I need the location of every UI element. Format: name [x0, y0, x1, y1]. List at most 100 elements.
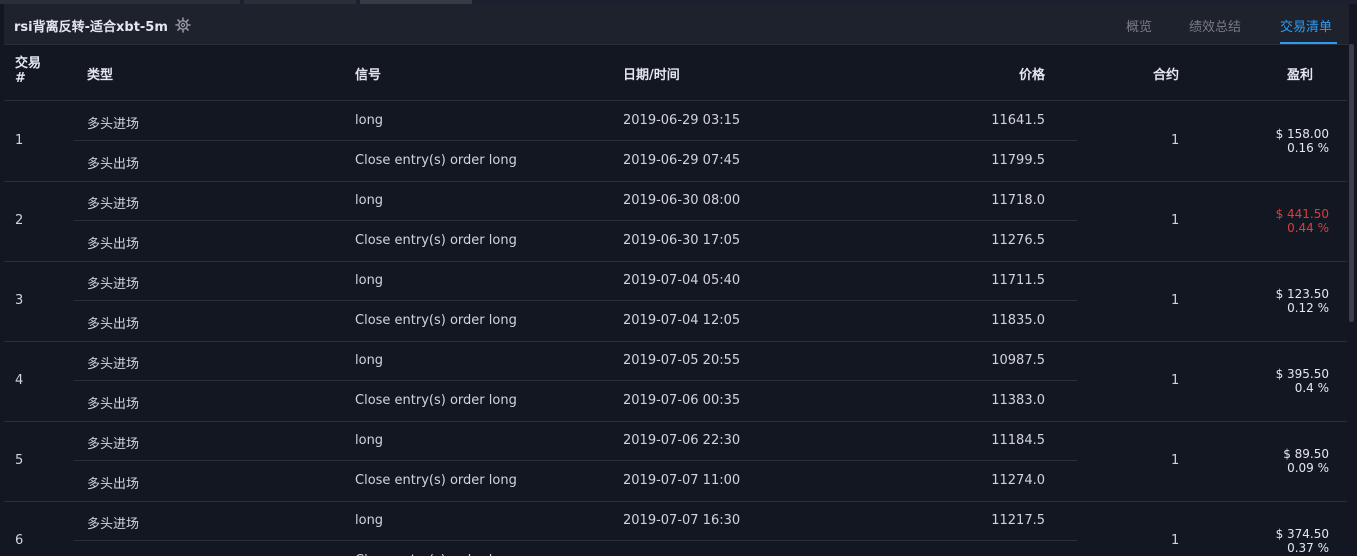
profit-cell: $ 441.50 0.44 % [1276, 207, 1329, 235]
row-divider [74, 300, 1077, 301]
profit-cell: $ 123.50 0.12 % [1276, 287, 1329, 315]
trade-row: 1 多头进场 long 2019-06-29 03:15 11641.5 多头出场 Clos… [4, 101, 1347, 182]
exit-type: 多头出场 [87, 317, 140, 332]
entry-signal: long [355, 273, 384, 288]
profit-amount: $ 123.50 [1275, 287, 1329, 301]
vertical-scrollbar[interactable] [1349, 44, 1354, 322]
entry-type: 多头进场 [87, 437, 140, 452]
row-divider [74, 380, 1077, 381]
profit-percent: 0.4 % [1294, 381, 1329, 395]
exit-price: 11383.0 [991, 393, 1045, 408]
column-header-trade-number[interactable]: 交易 # [15, 56, 43, 86]
entry-type: 多头进场 [87, 517, 140, 532]
trade-number: 6 [15, 533, 24, 548]
column-header-type[interactable]: 类型 [87, 64, 113, 83]
entry-type: 多头进场 [87, 277, 140, 292]
tab-performance-summary[interactable]: 绩效总结 [1189, 16, 1241, 35]
exit-type: 多头出场 [87, 397, 140, 412]
contracts: 1 [1171, 133, 1180, 148]
trade-number: 4 [15, 373, 24, 388]
gear-icon[interactable] [175, 17, 191, 33]
exit-datetime: 2019-07-04 12:05 [623, 313, 741, 328]
profit-amount: $ 395.50 [1275, 367, 1329, 381]
exit-signal: Close entry(s) order long [355, 153, 517, 168]
profit-percent: 0.12 % [1287, 301, 1329, 315]
contracts: 1 [1171, 213, 1180, 228]
trade-number: 1 [15, 133, 24, 148]
entry-signal: long [355, 513, 384, 528]
profit-percent: 0.16 % [1287, 141, 1329, 155]
exit-type: 多头出场 [87, 157, 140, 172]
entry-signal: long [355, 193, 384, 208]
entry-datetime: 2019-06-29 03:15 [623, 113, 741, 128]
column-header-contracts[interactable]: 合约 [1153, 64, 1179, 83]
profit-cell: $ 89.50 0.09 % [1283, 447, 1329, 475]
profit-amount: $ 89.50 [1283, 447, 1329, 461]
contracts: 1 [1171, 373, 1180, 388]
entry-signal: long [355, 113, 384, 128]
profit-amount: $ 441.50 [1275, 207, 1329, 221]
entry-price: 11184.5 [991, 433, 1045, 448]
entry-type: 多头进场 [87, 197, 140, 212]
tab-overview[interactable]: 概览 [1126, 16, 1152, 35]
entry-type: 多头进场 [87, 357, 140, 372]
profit-percent: 0.09 % [1287, 461, 1329, 475]
entry-price: 10987.5 [991, 353, 1045, 368]
exit-price: 11274.0 [991, 473, 1045, 488]
exit-datetime: 2019-06-29 07:45 [623, 153, 741, 168]
exit-signal: Close entry(s) order long [355, 233, 517, 248]
entry-price: 11718.0 [991, 193, 1045, 208]
row-divider [74, 540, 1077, 541]
strategy-tester-header: rsi背离反转-适合xbt-5m 概览 绩效总结 交易清单 [4, 4, 1349, 45]
exit-signal: Close entry(s) order long [355, 313, 517, 328]
profit-percent: 0.44 % [1287, 221, 1329, 235]
profit-amount: $ 158.00 [1275, 127, 1329, 141]
trade-row: 2 多头进场 long 2019-06-30 08:00 11718.0 多头出场 Clos… [4, 181, 1347, 262]
entry-datetime: 2019-07-07 16:30 [623, 513, 741, 528]
trade-row: 3 多头进场 long 2019-07-04 05:40 11711.5 多头出场 Clos… [4, 261, 1347, 342]
exit-price: 11835.0 [991, 313, 1045, 328]
contracts: 1 [1171, 453, 1180, 468]
trades-table-body: 1 多头进场 long 2019-06-29 03:15 11641.5 多头出场 Clos… [4, 101, 1347, 556]
contracts: 1 [1171, 293, 1180, 308]
contracts: 1 [1171, 533, 1180, 548]
trade-row: 6多头进场long2019-07-07 16:3011217.5多头出场Clos… [4, 501, 1347, 556]
exit-type: 多头出场 [87, 477, 140, 492]
exit-datetime: 2019-07-07 11:00 [623, 473, 741, 488]
column-header-price[interactable]: 价格 [1019, 64, 1045, 83]
entry-datetime: 2019-07-06 22:30 [623, 433, 741, 448]
entry-datetime: 2019-07-05 20:55 [623, 353, 741, 368]
profit-cell: $ 395.50 0.4 % [1276, 367, 1329, 395]
entry-datetime: 2019-06-30 08:00 [623, 193, 741, 208]
exit-type: 多头出场 [87, 237, 140, 252]
tab-list-of-trades[interactable]: 交易清单 [1280, 16, 1332, 35]
exit-signal: Close entry(s) order long [355, 473, 517, 488]
trades-table-header: 交易 # 类型 信号 日期/时间 价格 合约 盈利 [4, 45, 1347, 101]
trade-row: 5 多头进场 long 2019-07-06 22:30 11184.5 多头出场 Clos… [4, 421, 1347, 502]
entry-price: 11641.5 [991, 113, 1045, 128]
trade-number: 3 [15, 293, 24, 308]
trade-row: 4 多头进场 long 2019-07-05 20:55 10987.5 多头出场 Clos… [4, 341, 1347, 422]
exit-datetime: 2019-06-30 17:05 [623, 233, 741, 248]
trade-number: 5 [15, 453, 24, 468]
active-tab-indicator [1280, 42, 1337, 44]
entry-type: 多头进场 [87, 117, 140, 132]
entry-signal: long [355, 353, 384, 368]
exit-price: 11276.5 [991, 233, 1045, 248]
entry-datetime: 2019-07-04 05:40 [623, 273, 741, 288]
entry-price: 11217.5 [991, 513, 1045, 528]
profit-cell: $ 374.50 0.37 % [1276, 527, 1329, 555]
exit-datetime: 2019-07-06 00:35 [623, 393, 741, 408]
profit-amount: $ 374.50 [1275, 527, 1329, 541]
row-divider [74, 140, 1077, 141]
strategy-title: rsi背离反转-适合xbt-5m [14, 20, 168, 35]
column-header-datetime[interactable]: 日期/时间 [623, 64, 680, 83]
entry-price: 11711.5 [991, 273, 1045, 288]
row-divider [74, 220, 1077, 221]
column-header-signal[interactable]: 信号 [355, 64, 381, 83]
column-header-profit[interactable]: 盈利 [1287, 64, 1313, 83]
exit-price: 11799.5 [991, 153, 1045, 168]
row-divider [74, 460, 1077, 461]
exit-signal: Close entry(s) order long [355, 393, 517, 408]
profit-percent: 0.37 % [1287, 541, 1329, 555]
